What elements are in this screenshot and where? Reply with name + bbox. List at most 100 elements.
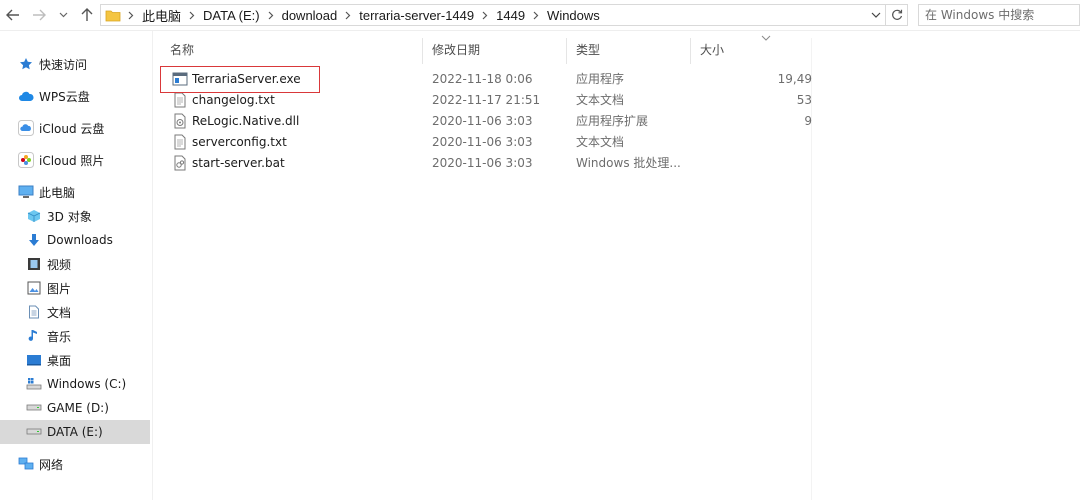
file-date: 2020-11-06 3:03 xyxy=(432,135,533,149)
back-button[interactable] xyxy=(2,3,24,27)
document-icon xyxy=(26,304,42,320)
address-history-dropdown[interactable] xyxy=(869,9,883,21)
forward-button[interactable] xyxy=(28,3,50,27)
chevron-down-icon xyxy=(59,12,67,18)
sidebar-item-label: DATA (E:) xyxy=(47,425,103,439)
sidebar-item-pictures[interactable]: 图片 xyxy=(0,276,150,300)
recent-locations-button[interactable] xyxy=(54,3,72,27)
file-row[interactable]: changelog.txt 2022-11-17 21:51 文本文档 53 xyxy=(160,90,812,111)
download-arrow-icon xyxy=(26,232,42,248)
picture-icon xyxy=(26,280,42,296)
breadcrumb-separator[interactable] xyxy=(340,11,356,20)
sidebar-item-label: 音乐 xyxy=(47,329,72,344)
chevron-right-icon xyxy=(533,11,539,19)
arrow-left-icon xyxy=(6,9,19,21)
pc-icon xyxy=(18,184,34,200)
text-file-icon xyxy=(174,134,186,150)
breadcrumb-separator[interactable] xyxy=(528,11,544,20)
sidebar-item-label: Windows (C:) xyxy=(47,377,127,391)
sidebar-item-drive-c[interactable]: Windows (C:) xyxy=(0,372,150,396)
breadcrumb-separator[interactable] xyxy=(263,11,279,20)
search-input[interactable] xyxy=(925,6,1075,24)
chevron-right-icon xyxy=(482,11,488,19)
file-row[interactable]: start-server.bat 2020-11-06 3:03 Windows… xyxy=(160,153,812,174)
arrow-right-icon xyxy=(33,9,46,21)
sidebar-item-label: 快速访问 xyxy=(39,57,88,72)
drive-icon xyxy=(26,424,42,440)
sidebar-item-label: WPS云盘 xyxy=(39,89,90,104)
text-file-icon xyxy=(174,92,186,108)
file-type: 文本文档 xyxy=(576,135,625,149)
sidebar-item-wps-cloud[interactable]: WPS云盘 xyxy=(0,84,150,108)
sidebar-item-icloud-drive[interactable]: iCloud 云盘 xyxy=(0,116,150,140)
file-row[interactable]: serverconfig.txt 2020-11-06 3:03 文本文档 xyxy=(160,132,812,153)
sidebar-item-label: 3D 对象 xyxy=(47,209,92,224)
file-name: ReLogic.Native.dll xyxy=(192,114,300,128)
up-button[interactable] xyxy=(76,3,98,27)
sidebar-item-3d-objects[interactable]: 3D 对象 xyxy=(0,204,150,228)
file-row[interactable]: ReLogic.Native.dll 2020-11-06 3:03 应用程序扩… xyxy=(160,111,812,132)
sidebar-item-drive-d[interactable]: GAME (D:) xyxy=(0,396,150,420)
search-box[interactable] xyxy=(918,4,1080,26)
bat-icon xyxy=(174,155,186,171)
refresh-button[interactable] xyxy=(886,4,908,26)
sidebar-item-label: 文档 xyxy=(47,305,72,320)
cube-icon xyxy=(26,208,42,224)
breadcrumb-separator[interactable] xyxy=(184,11,200,20)
sidebar-item-videos[interactable]: 视频 xyxy=(0,252,150,276)
file-name: changelog.txt xyxy=(192,93,275,107)
highlight-box xyxy=(160,66,320,93)
sidebar-item-label: 网络 xyxy=(39,457,64,472)
address-bar[interactable]: 此电脑 DATA (E:) download terraria-server-1… xyxy=(100,4,886,26)
file-date: 2020-11-06 3:03 xyxy=(432,114,533,128)
column-header-type[interactable]: 类型 xyxy=(566,38,690,64)
sidebar-item-documents[interactable]: 文档 xyxy=(0,300,150,324)
column-header-row: 名称 修改日期 类型 大小 xyxy=(160,35,812,64)
chevron-right-icon xyxy=(268,11,273,19)
file-size: 53 xyxy=(796,93,812,107)
sidebar-item-label: 桌面 xyxy=(47,353,72,368)
desktop-icon xyxy=(26,352,42,368)
navigation-pane: 快速访问 WPS云盘 iCloud 云盘 iCloud 照片 此电脑 3D 对象… xyxy=(0,31,153,500)
star-icon xyxy=(18,56,34,72)
sidebar-item-this-pc[interactable]: 此电脑 xyxy=(0,180,150,204)
breadcrumb-windows[interactable]: Windows xyxy=(544,8,603,23)
breadcrumb-download[interactable]: download xyxy=(279,8,341,23)
file-name: start-server.bat xyxy=(192,156,285,170)
file-size: 9 xyxy=(804,114,812,128)
folder-icon xyxy=(105,10,121,21)
windows-drive-icon xyxy=(26,376,42,392)
sidebar-item-label: 图片 xyxy=(47,281,72,296)
sidebar-item-icloud-photos[interactable]: iCloud 照片 xyxy=(0,148,150,172)
address-toolbar: 此电脑 DATA (E:) download terraria-server-1… xyxy=(0,0,1080,31)
sidebar-item-music[interactable]: 音乐 xyxy=(0,324,150,348)
network-icon xyxy=(18,456,34,472)
file-date: 2022-11-18 0:06 xyxy=(432,72,533,86)
file-date: 2022-11-17 21:51 xyxy=(432,93,541,107)
sidebar-item-drive-e[interactable]: DATA (E:) xyxy=(0,420,150,444)
column-header-name[interactable]: 名称 xyxy=(160,38,422,64)
column-header-date[interactable]: 修改日期 xyxy=(422,38,566,64)
sidebar-item-network[interactable]: 网络 xyxy=(0,452,150,476)
file-type: 应用程序扩展 xyxy=(576,114,649,128)
file-size: 19,49 xyxy=(777,72,812,86)
breadcrumb-separator[interactable] xyxy=(123,11,139,20)
sidebar-item-downloads[interactable]: Downloads xyxy=(0,228,150,252)
sidebar-item-desktop[interactable]: 桌面 xyxy=(0,348,150,372)
photos-icon xyxy=(18,152,34,168)
breadcrumb-separator[interactable] xyxy=(477,11,493,20)
file-date: 2020-11-06 3:03 xyxy=(432,156,533,170)
breadcrumb-this-pc[interactable]: 此电脑 xyxy=(139,6,184,25)
video-icon xyxy=(26,256,42,272)
chevron-right-icon xyxy=(128,11,134,19)
icloud-icon xyxy=(18,120,34,136)
dll-icon xyxy=(174,113,186,129)
sidebar-item-quick-access[interactable]: 快速访问 xyxy=(0,52,150,76)
breadcrumb-data-drive[interactable]: DATA (E:) xyxy=(200,8,263,23)
breadcrumb-terraria-server[interactable]: terraria-server-1449 xyxy=(356,8,477,23)
column-header-size[interactable]: 大小 xyxy=(690,38,812,64)
sidebar-item-label: GAME (D:) xyxy=(47,401,109,415)
breadcrumb-1449[interactable]: 1449 xyxy=(493,8,528,23)
sidebar-item-label: iCloud 云盘 xyxy=(39,121,105,136)
chevron-down-icon xyxy=(871,12,881,18)
